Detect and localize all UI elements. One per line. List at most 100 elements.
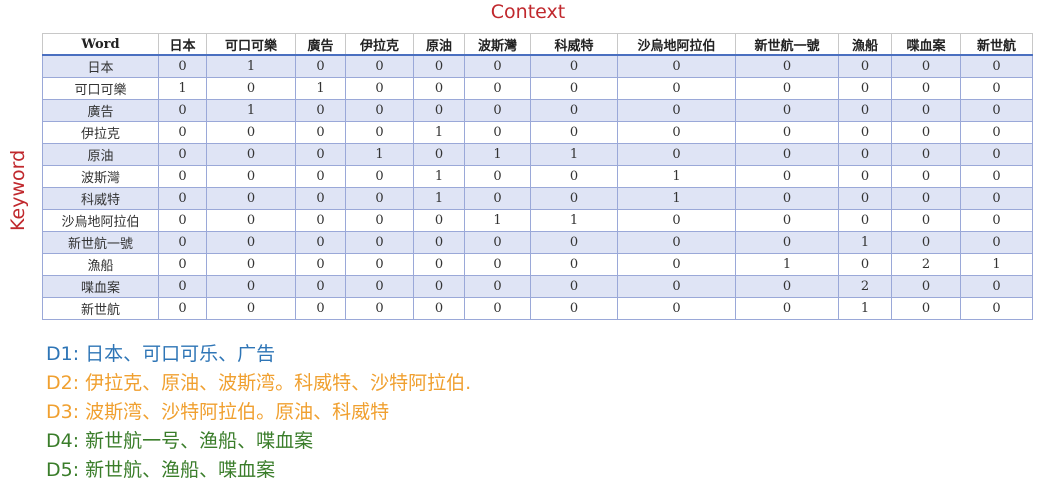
cell-count: 0 [735,99,839,122]
cell-count: 0 [617,231,736,254]
header-row: Word 日本 可口可樂 廣告 伊拉克 原油 波斯灣 科威特 沙烏地阿拉伯 新世航一號 漁船 喋血案新… [42,33,1033,56]
cell-count: 0 [960,99,1033,122]
cell-count: 0 [295,121,346,144]
cell-count: 0 [838,165,892,188]
cell-count: 1 [464,209,531,232]
cell-count: 0 [838,121,892,144]
cell-count: 1 [206,99,296,122]
cell-count: 0 [464,275,531,298]
cell-count: 0 [295,253,346,276]
cell-count: 0 [345,77,414,100]
cell-count: 0 [960,54,1033,78]
row-keyword: 喋血案 [42,275,159,298]
cell-count: 0 [345,231,414,254]
cell-count: 0 [206,209,296,232]
cell-count: 0 [413,297,465,320]
cell-count: 0 [617,54,736,78]
cell-count: 0 [617,209,736,232]
document-list: D1: 日本、可口可乐、广告 D2: 伊拉克、原油、波斯湾。科威特、沙特阿拉伯. D… [46,340,471,485]
cell-count: 1 [530,143,618,166]
cell-count: 0 [345,297,414,320]
cell-count: 0 [464,99,531,122]
cell-count: 0 [158,297,207,320]
cell-count: 0 [891,275,961,298]
cell-count: 0 [413,231,465,254]
cell-count: 0 [345,275,414,298]
column-header: 新世航 [960,33,1033,56]
cell-count: 1 [960,253,1033,276]
cell-count: 1 [295,77,346,100]
column-header: 廣告 [295,33,346,56]
cell-count: 0 [530,54,618,78]
cell-count: 1 [617,187,736,210]
cell-count: 0 [530,253,618,276]
cell-count: 0 [206,121,296,144]
row-keyword: 伊拉克 [42,121,159,144]
cell-count: 0 [960,231,1033,254]
cell-count: 0 [891,165,961,188]
table-row: 新世航一號 0 0 0 0 0 0 0 0 0 1 0 0 [42,231,1033,254]
cell-count: 0 [735,209,839,232]
cell-count: 0 [413,99,465,122]
cell-count: 0 [960,165,1033,188]
cell-count: 0 [891,54,961,78]
cell-count: 0 [464,231,531,254]
row-keyword: 日本 [42,54,159,78]
cell-count: 0 [464,187,531,210]
cell-count: 0 [617,77,736,100]
table-row: 日本 0 1 0 0 0 0 0 0 0 0 0 0 [42,54,1033,78]
cell-count: 0 [735,187,839,210]
cell-count: 0 [838,54,892,78]
row-keyword: 科威特 [42,187,159,210]
cell-count: 0 [206,187,296,210]
cell-count: 0 [617,275,736,298]
cell-count: 0 [413,253,465,276]
document-line: D2: 伊拉克、原油、波斯湾。科威特、沙特阿拉伯. [46,372,472,394]
cell-count: 0 [158,165,207,188]
cell-count: 2 [838,275,892,298]
row-keyword: 新世航一號 [42,231,159,254]
column-header: 科威特 [530,33,618,56]
column-header: 新世航一號 [735,33,839,56]
cell-count: 0 [735,77,839,100]
cell-count: 0 [158,253,207,276]
cell-count: 0 [158,143,207,166]
column-header: 沙烏地阿拉伯 [617,33,736,56]
cell-count: 0 [158,99,207,122]
cell-count: 0 [891,143,961,166]
cell-count: 0 [206,77,296,100]
cell-count: 0 [464,121,531,144]
cell-count: 0 [413,143,465,166]
row-keyword: 沙烏地阿拉伯 [42,209,159,232]
cell-count: 1 [345,143,414,166]
cell-count: 0 [891,187,961,210]
cell-count: 0 [295,99,346,122]
cell-count: 0 [838,99,892,122]
cell-count: 0 [735,231,839,254]
cell-count: 0 [960,121,1033,144]
cell-count: 0 [295,231,346,254]
cell-count: 0 [413,54,465,78]
cell-count: 0 [206,165,296,188]
table-row: 漁船 0 0 0 0 0 0 0 0 1 0 2 1 [42,253,1033,276]
cell-count: 0 [206,297,296,320]
context-axis-label: Context [490,1,566,23]
column-header: 原油 [413,33,465,56]
cell-count: 0 [345,54,414,78]
cell-count: 0 [464,165,531,188]
column-header: Word [42,33,159,56]
cell-count: 0 [158,209,207,232]
cell-count: 0 [413,77,465,100]
cell-count: 0 [838,209,892,232]
table-row: 可口可樂 1 0 1 0 0 0 0 0 0 0 0 0 [42,77,1033,100]
cell-count: 0 [838,143,892,166]
cooccurrence-matrix: Word 日本 可口可樂 廣告 伊拉克 原油 波斯灣 科威特 沙烏地阿拉伯 新世航一號 漁船 喋血案新… [42,33,1033,320]
cell-count: 0 [345,187,414,210]
cell-count: 1 [413,187,465,210]
document-line: D1: 日本、可口可乐、广告 [46,343,276,365]
cell-count: 0 [838,187,892,210]
table-row: 科威特 0 0 0 0 1 0 0 1 0 0 0 0 [42,187,1033,210]
cell-count: 0 [960,209,1033,232]
cell-count: 1 [735,253,839,276]
cell-count: 0 [960,275,1033,298]
